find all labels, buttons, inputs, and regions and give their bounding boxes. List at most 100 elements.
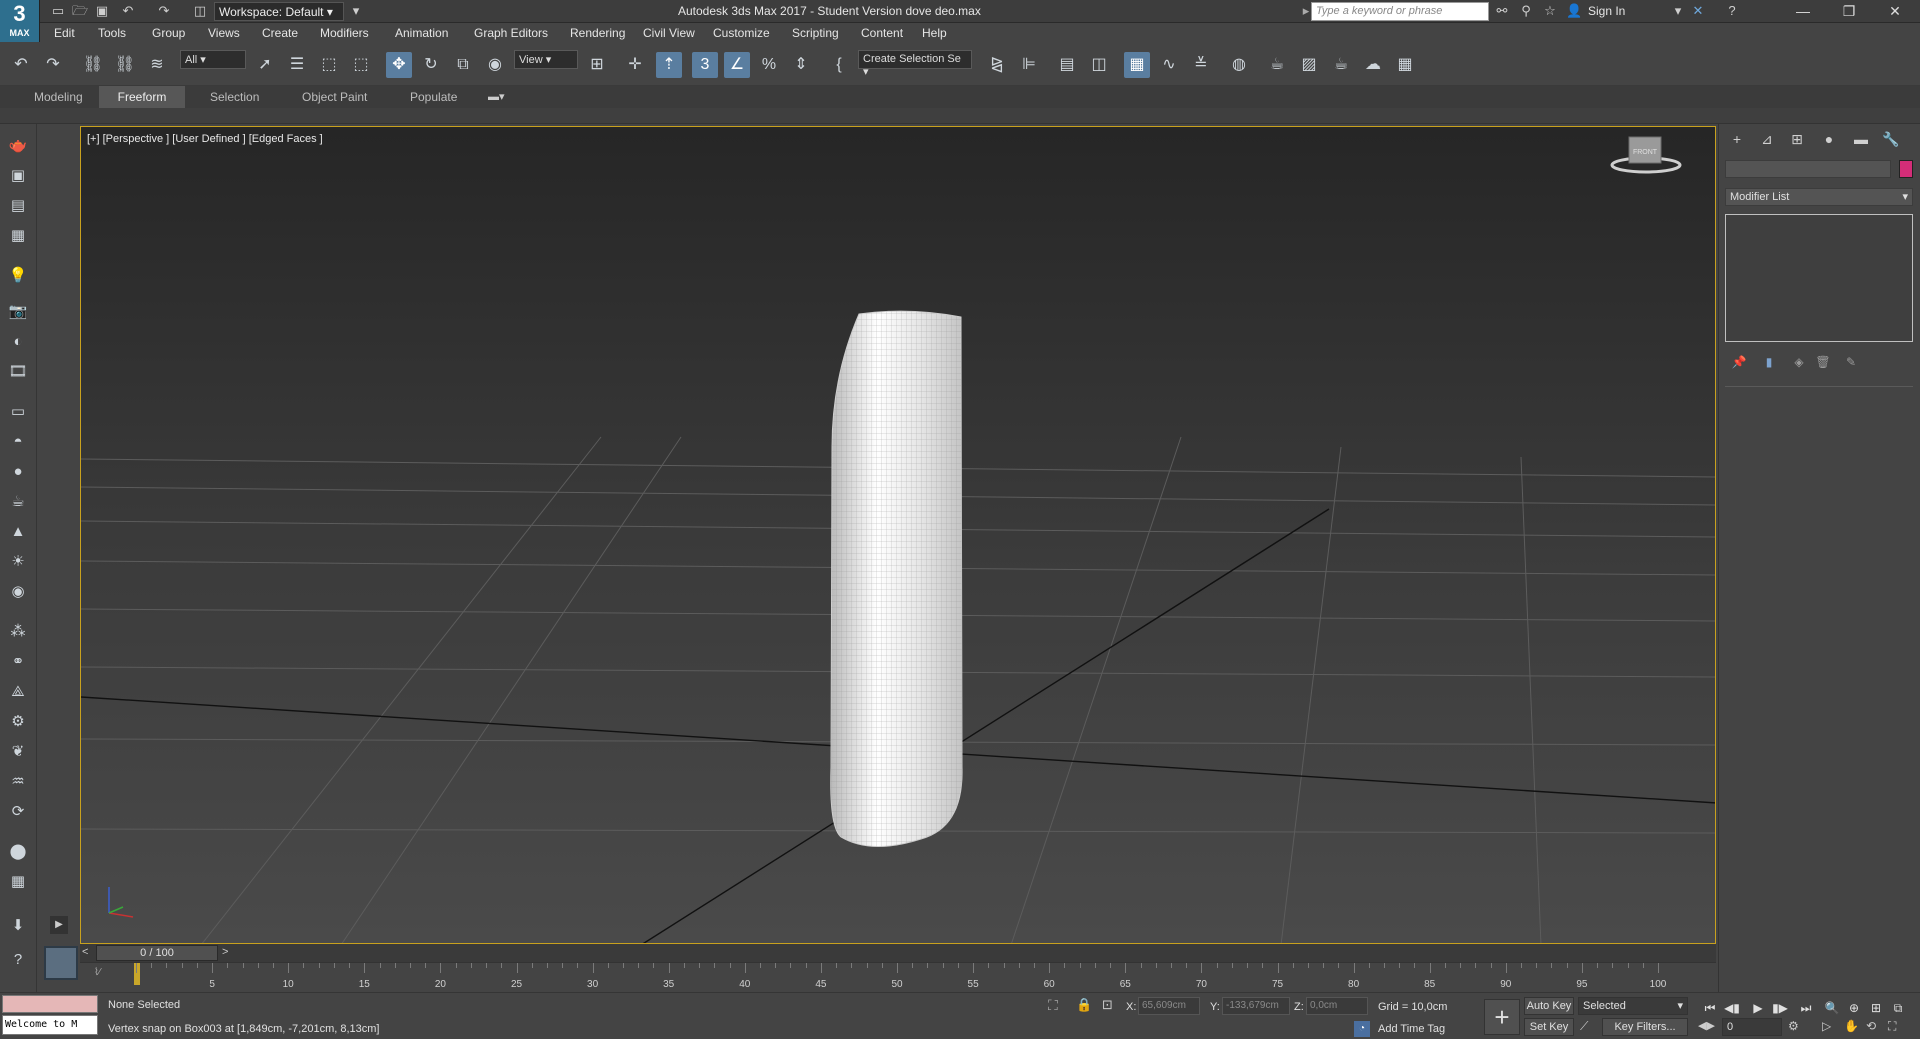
key-mode-dropdown[interactable]: Selected ▾ — [1578, 997, 1688, 1015]
time-configuration-icon[interactable]: ⚙ — [1788, 1019, 1799, 1033]
select-and-rotate-icon[interactable]: ↻ — [418, 52, 444, 78]
menu-views[interactable]: Views — [208, 26, 240, 40]
absolute-mode-icon[interactable]: ⊡ — [1102, 997, 1113, 1013]
render-production-icon[interactable]: ☕ — [1328, 52, 1354, 78]
time-tag-icon[interactable]: ◔ — [1354, 1021, 1370, 1037]
utilities-tab-icon[interactable]: 🔧 — [1879, 128, 1903, 150]
snaps-toggle-icon[interactable]: 3 — [692, 52, 718, 78]
menu-group[interactable]: Group — [152, 26, 185, 40]
redo-icon[interactable]: ↷ — [40, 52, 66, 78]
object-name-field[interactable] — [1725, 160, 1891, 178]
field-of-view-icon[interactable]: ▷ — [1822, 1019, 1831, 1033]
gear-icon[interactable]: ⚙ — [6, 710, 30, 734]
undo-icon[interactable]: ↶ — [120, 3, 136, 19]
display-tab-icon[interactable]: ▬ — [1849, 128, 1873, 150]
add-time-tag-button[interactable]: Add Time Tag — [1378, 1023, 1445, 1035]
scene-explorer-icon[interactable]: ▤ — [1054, 52, 1080, 78]
maxscript-listener-field[interactable] — [2, 995, 98, 1013]
undo-icon[interactable]: ↶ — [8, 52, 34, 78]
time-slider[interactable]: < 0 / 100 > — [80, 944, 1716, 962]
key-mode-toggle-icon[interactable]: ◀▶ — [1698, 1019, 1715, 1032]
expand-left-bar-icon[interactable]: ▶ — [50, 916, 68, 934]
set-keys-plus-button[interactable]: + — [1484, 999, 1520, 1035]
modifier-list-dropdown[interactable]: Modifier List ▾ — [1725, 188, 1913, 206]
lightbulb-icon[interactable]: 💡 — [6, 264, 30, 288]
y-coord-field[interactable]: -133,679cm — [1222, 997, 1290, 1015]
next-frame-icon[interactable]: ▮▶ — [1770, 999, 1790, 1017]
communication-center-icon[interactable]: ⚲ — [1518, 3, 1534, 19]
plant-icon[interactable]: ❦ — [6, 740, 30, 764]
folder-download-icon[interactable]: ⬇ — [6, 914, 30, 938]
restore-button[interactable]: ❐ — [1826, 0, 1872, 23]
plane-icon[interactable]: ▭ — [6, 400, 30, 424]
menu-edit[interactable]: Edit — [54, 26, 75, 40]
sun-icon[interactable]: ☀ — [6, 550, 30, 574]
network-icon[interactable]: ⟁ — [6, 680, 30, 704]
project-folder-icon[interactable]: ◫ — [192, 3, 208, 19]
lock-selection-icon[interactable]: 🔒 — [1076, 997, 1092, 1013]
layer-explorer-icon[interactable]: ◫ — [1086, 52, 1112, 78]
open-file-icon[interactable]: 🗁 — [72, 3, 88, 19]
menu-scripting[interactable]: Scripting — [792, 26, 839, 40]
menu-help[interactable]: Help — [922, 26, 947, 40]
create-tab-icon[interactable]: + — [1725, 128, 1749, 150]
hierarchy-tab-icon[interactable]: ⊞ — [1785, 128, 1809, 150]
pivot-point-center-icon[interactable]: ⊞ — [584, 52, 610, 78]
select-by-name-icon[interactable]: ☰ — [284, 52, 310, 78]
teapot-icon[interactable]: 🫖 — [6, 134, 30, 158]
menu-modifiers[interactable]: Modifiers — [320, 26, 369, 40]
set-key-button[interactable]: Set Key — [1524, 1018, 1574, 1036]
rectangular-selection-icon[interactable]: ⬚ — [316, 52, 342, 78]
rendered-frame-window-icon[interactable]: ▨ — [1296, 52, 1322, 78]
key-filters-button[interactable]: Key Filters... — [1602, 1018, 1688, 1036]
motion-tab-icon[interactable]: ● — [1817, 128, 1841, 150]
menu-rendering[interactable]: Rendering — [570, 26, 625, 40]
selection-filter-dropdown[interactable]: All ▾ — [180, 50, 246, 69]
tab-object-paint[interactable]: Object Paint — [290, 86, 379, 108]
helix-icon[interactable]: ⟳ — [6, 800, 30, 824]
track-bar[interactable]: ⌇∕ 5 10 15 20 25 30 35 40 45 50 55 60 65 70 75 80 85 90 95… — [80, 962, 1716, 992]
unlink-selection-icon[interactable]: ⛓ — [112, 52, 138, 78]
close-button[interactable]: ✕ — [1872, 0, 1918, 23]
sphere-icon[interactable]: ● — [6, 460, 30, 484]
go-to-start-icon[interactable]: ⏮ — [1700, 999, 1720, 1017]
hair-icon[interactable]: ♒ — [6, 770, 30, 794]
previous-frame-icon[interactable]: ◀▮ — [1722, 999, 1742, 1017]
tab-selection[interactable]: Selection — [198, 86, 271, 108]
exchange-apps-icon[interactable]: ✕ — [1690, 3, 1706, 19]
scene-object[interactable] — [830, 310, 963, 847]
tab-freeform[interactable]: Freeform — [99, 86, 185, 108]
binoculars-icon[interactable]: ⚯ — [1494, 3, 1510, 19]
select-object-icon[interactable]: ➚ — [252, 52, 278, 78]
pin-stack-icon[interactable]: 📌 — [1729, 352, 1749, 372]
menu-civil-view[interactable]: Civil View — [643, 26, 695, 40]
favorites-star-icon[interactable]: ☆ — [1542, 3, 1558, 19]
ribbon-toggle-icon[interactable]: ▦ — [1124, 52, 1150, 78]
cone-icon[interactable]: ▲ — [6, 520, 30, 544]
hemisphere-icon[interactable]: ◓ — [6, 430, 30, 454]
select-and-link-icon[interactable]: ⛓ — [80, 52, 106, 78]
help-circle-icon[interactable]: ? — [6, 948, 30, 972]
minimize-button[interactable]: — — [1780, 0, 1826, 23]
particle-icon[interactable]: ⁂ — [6, 620, 30, 644]
molecule-icon[interactable]: ⚭ — [6, 650, 30, 674]
render-setup-icon[interactable]: ☕ — [1264, 52, 1290, 78]
time-slider-next-icon[interactable]: > — [222, 946, 228, 958]
curve-editor-icon[interactable]: ∿ — [1156, 52, 1182, 78]
select-and-move-icon[interactable]: ✥ — [386, 52, 412, 78]
application-menu-button[interactable]: 3 MAX — [0, 0, 40, 42]
menu-create[interactable]: Create — [262, 26, 298, 40]
mirror-icon[interactable]: ⧎ — [984, 52, 1010, 78]
new-file-icon[interactable]: ▭ — [50, 3, 66, 19]
angle-snap-icon[interactable]: ∠ — [724, 52, 750, 78]
render-in-cloud-icon[interactable]: ☁ — [1360, 52, 1386, 78]
mini-curve-editor-icon[interactable]: ⌇∕ — [94, 967, 101, 978]
percent-snap-icon[interactable]: % — [756, 52, 782, 78]
x-coord-field[interactable]: 65,609cm — [1138, 997, 1200, 1015]
film-icon[interactable]: 🎞 — [6, 360, 30, 384]
align-icon[interactable]: ⊫ — [1016, 52, 1042, 78]
viewport-layout-icon[interactable]: ▦ — [6, 224, 30, 248]
environment-sphere-icon[interactable]: ◉ — [6, 580, 30, 604]
maximize-viewport-icon[interactable]: ⛶ — [1888, 1019, 1896, 1034]
maxscript-mini-listener[interactable]: Welcome to M — [2, 1015, 98, 1035]
